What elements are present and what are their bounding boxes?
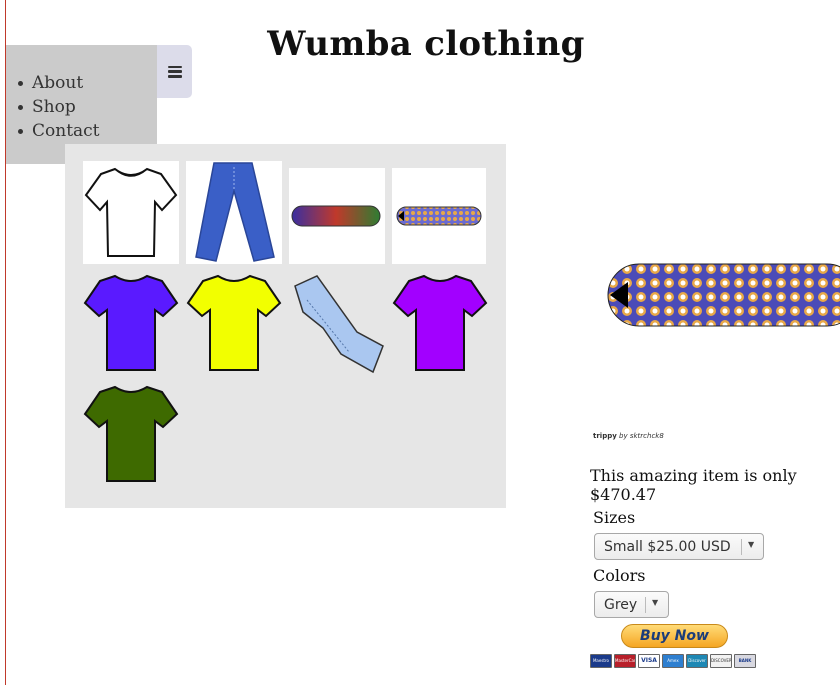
jeans-icon [195,162,275,262]
thumb-purple-tshirt[interactable] [392,272,488,375]
nav-item-label: About [32,73,84,93]
colors-label: Colors [593,566,646,585]
discover-card-icon: Discover [686,654,708,668]
tshirt-icon [83,385,179,482]
product-gallery [65,144,506,508]
product-caption: trippy by sktrchck8 [593,432,664,440]
thumb-blue-jeans[interactable] [186,161,282,264]
thumb-blue-tshirt[interactable] [83,272,179,375]
skateboard-icon [396,206,482,226]
skateboard-icon [291,205,381,227]
sizes-label: Sizes [593,508,636,527]
thumb-yellow-tshirt[interactable] [186,272,282,375]
select-divider [645,597,646,613]
thumb-light-jeans[interactable] [289,272,385,375]
maestro-card-icon: Maestro [590,654,612,668]
nav-item-label: Contact [32,121,100,141]
tshirt-icon [83,274,179,371]
thumb-green-tshirt[interactable] [83,383,179,486]
nav-list: About Shop Contact [18,71,100,143]
dropdown-arrow-icon: ▼ [652,598,659,607]
nav-item-shop[interactable]: Shop [18,95,100,119]
hamburger-icon [167,65,182,78]
size-select-value: Small $25.00 USD [604,539,731,555]
visa-card-icon: VISA [638,654,660,668]
product-main-image [606,262,840,334]
thumb-multicolor-skateboard[interactable] [289,168,385,264]
payment-cards: Maestro MasterCard VISA Amex Discover DI… [590,654,756,668]
bank-card-icon: BANK [734,654,756,668]
size-select[interactable]: Small $25.00 USD ▼ [594,533,764,560]
menu-toggle-button[interactable] [157,45,192,98]
mastercard-icon: MasterCard [614,654,636,668]
select-divider [741,539,742,555]
thumb-trippy-skateboard[interactable] [392,168,486,264]
amex-card-icon: Amex [662,654,684,668]
tshirt-icon [392,274,488,371]
skateboard-icon [607,263,840,327]
discover-card-icon: DISCOVER [710,654,732,668]
tshirt-icon [186,274,282,371]
color-select[interactable]: Grey ▼ [594,591,669,618]
color-select-value: Grey [604,597,638,613]
buy-now-button[interactable]: Buy Now [621,624,728,648]
tshirt-icon [84,167,178,257]
bullet-icon [18,81,23,86]
nav-item-contact[interactable]: Contact [18,119,100,143]
caption-title: trippy [593,432,617,440]
bullet-icon [18,129,23,134]
thumb-white-tshirt[interactable] [83,161,179,264]
nav-item-about[interactable]: About [18,71,100,95]
dropdown-arrow-icon: ▼ [748,540,755,549]
caption-author: by sktrchck8 [619,432,664,440]
bullet-icon [18,105,23,110]
nav-item-label: Shop [32,97,76,117]
jeans-icon [294,275,384,374]
price-text: This amazing item is only $470.47 [590,466,797,504]
